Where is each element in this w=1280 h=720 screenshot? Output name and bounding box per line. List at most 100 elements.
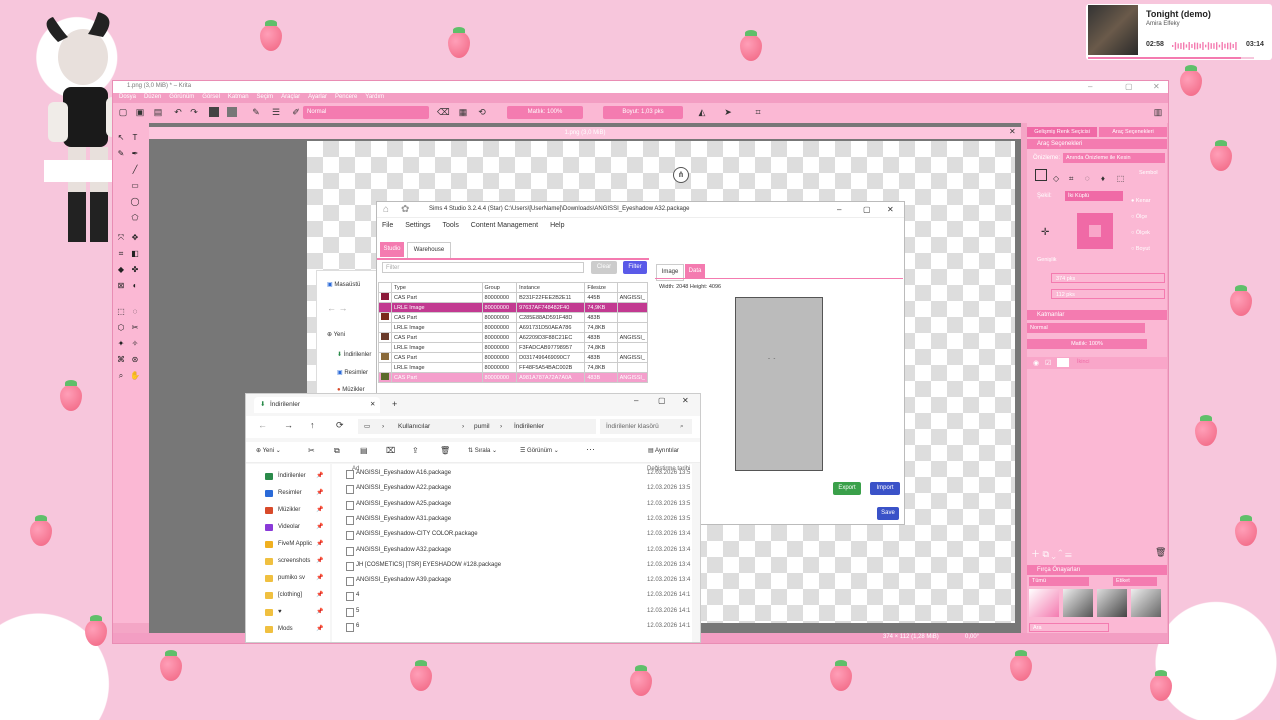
eraser-icon[interactable]: ⌫ xyxy=(437,107,450,117)
col-type[interactable]: Type xyxy=(391,282,483,293)
refresh-icon[interactable]: ⟳ xyxy=(336,420,344,431)
clear-button[interactable]: Clear xyxy=(591,261,617,274)
crop-icon[interactable]: ⌗ xyxy=(753,107,763,117)
s4-menu-help[interactable]: Help xyxy=(550,222,564,229)
table-row[interactable]: CAS Part 80000000 D0317496469090C7 483B ANGI… xyxy=(378,352,649,363)
anchor-grid[interactable] xyxy=(1077,213,1113,249)
alpha-icon[interactable]: ▦ xyxy=(458,107,468,117)
paste-icon[interactable]: ▤ xyxy=(360,446,368,455)
menu-katman[interactable]: Katman xyxy=(228,94,249,100)
assistant-tool-icon[interactable]: ⊠ xyxy=(116,281,126,291)
transform-tool-icon[interactable]: ⤧ xyxy=(116,233,126,243)
forward-icon[interactable]: → xyxy=(284,420,293,430)
presets-filter[interactable]: Tümü xyxy=(1029,577,1089,586)
pan-tool-icon[interactable]: ✋ xyxy=(130,371,140,381)
layer-props-icon[interactable]: ☰ xyxy=(1065,549,1072,559)
up-icon[interactable]: ↑ xyxy=(310,420,315,430)
list-item[interactable]: ANGISSI_Eyeshadow A16.package 12.03.2026 … xyxy=(332,466,692,481)
col-group[interactable]: Group xyxy=(481,282,518,293)
cage-icon[interactable]: ◌ xyxy=(1085,174,1095,184)
new-button[interactable]: ⊕ Yeni ⌄ xyxy=(256,447,281,454)
freehand-select-icon[interactable]: ✂ xyxy=(130,323,140,333)
list-item[interactable]: 4 12.03.2026 14:1 xyxy=(332,588,692,603)
pin-icon[interactable]: 📌 xyxy=(316,621,323,638)
sidebar-item[interactable]: FiveM Applic 📌 xyxy=(246,536,330,553)
sidebar-item[interactable]: Müzikler 📌 xyxy=(246,502,330,519)
open-icon[interactable]: ▣ xyxy=(135,107,145,117)
sidebar-item[interactable]: [clothing] 📌 xyxy=(246,587,330,604)
table-row[interactable]: LRLE Image 80000000 A691731D50AEA786 74,8KB xyxy=(378,322,649,333)
blend-mode-select[interactable]: Normal xyxy=(303,106,429,119)
pin-icon[interactable]: 📌 xyxy=(316,485,323,502)
minimize-icon[interactable]: – xyxy=(1088,82,1092,91)
checkbox-icon[interactable]: ☑ xyxy=(1045,359,1051,367)
document-tab[interactable]: 1.png (3,0 MiB) xyxy=(149,127,1021,139)
menu-araclar[interactable]: Araçlar xyxy=(281,94,300,100)
list-item[interactable]: JH [COSMETICS] [TSR] EYESHADOW #128.pack… xyxy=(332,558,692,573)
new-tab-icon[interactable]: + xyxy=(392,399,397,409)
pin-icon[interactable]: 📌 xyxy=(316,519,323,536)
delete-icon[interactable]: 🗑 xyxy=(440,446,450,455)
table-row[interactable]: CAS Part 80000000 A981A787A72A7A0A 483B ANGI… xyxy=(378,372,649,383)
col-instance[interactable]: Instance xyxy=(516,282,586,293)
back-item-desktop[interactable]: ▣ Masaüstü xyxy=(327,281,360,288)
back-item-downloads[interactable]: ⬇ İndirilenler xyxy=(337,351,371,358)
opacity-slider[interactable]: Matlık: 100% xyxy=(507,106,583,119)
table-row[interactable]: CAS Part 80000000 C285E88AD591F48D 483B xyxy=(378,312,649,323)
anchor-icon[interactable]: ✛ xyxy=(1041,227,1049,238)
table-row[interactable]: LRLE Image 80000000 F3FADCAB97798957 74,8KB xyxy=(378,342,649,353)
list-item[interactable]: 6 12.03.2026 14:1 xyxy=(332,619,692,634)
pin-icon[interactable]: 📌 xyxy=(316,570,323,587)
rect-select-icon[interactable]: ⬚ xyxy=(116,307,126,317)
save-icon[interactable]: ▤ xyxy=(153,107,163,117)
crop-tool-icon[interactable]: ⌗ xyxy=(116,249,126,259)
color-select-icon[interactable]: ✧ xyxy=(130,339,140,349)
reload-icon[interactable]: ⟲ xyxy=(477,107,487,117)
magnetic-select-icon[interactable]: ⊛ xyxy=(130,355,140,365)
back-new-button[interactable]: ⊕ Yeni xyxy=(327,331,345,338)
brush-icon[interactable]: ✎ xyxy=(251,107,261,117)
view-button[interactable]: ☰ Görünüm ⌄ xyxy=(520,447,559,454)
breadcrumb-3[interactable]: İndirilenler xyxy=(514,419,544,434)
preset-4[interactable] xyxy=(1131,589,1161,617)
shape-select[interactable]: İki Küplü xyxy=(1065,191,1123,201)
pen-icon[interactable]: ✐ xyxy=(291,107,301,117)
sidebar-item[interactable]: ♥ 📌 xyxy=(246,604,330,621)
pin-icon[interactable]: 📌 xyxy=(316,587,323,604)
undo-icon[interactable]: ↶ xyxy=(173,107,183,117)
option-olcek[interactable]: ○ Ölçek xyxy=(1131,225,1151,241)
option-olce[interactable]: ○ Ölçe xyxy=(1131,209,1151,225)
height-input[interactable]: 112 pks xyxy=(1051,289,1165,299)
pattern-icon[interactable] xyxy=(227,107,237,117)
share-icon[interactable]: ⇪ xyxy=(412,446,419,455)
gradient-tool-icon[interactable]: ◧ xyxy=(130,249,140,259)
copy-icon[interactable]: ⧉ xyxy=(334,446,340,456)
list-item[interactable]: ANGISSI_Eyeshadow-CITY COLOR.package 12.0… xyxy=(332,527,692,542)
sort-button[interactable]: ⇅ Sırala ⌄ xyxy=(468,447,497,454)
visibility-icon[interactable]: ◉ xyxy=(1033,359,1039,367)
fe-minimize-icon[interactable]: – xyxy=(634,396,638,405)
picker-tool-icon[interactable]: ✤ xyxy=(130,265,140,275)
move-up-icon[interactable]: ⌃ xyxy=(1058,549,1062,559)
text-tool-icon[interactable]: T xyxy=(130,133,140,143)
magic-wand-icon[interactable]: ✦ xyxy=(116,339,126,349)
preset-3[interactable] xyxy=(1097,589,1127,617)
workspace-icon[interactable]: ▥ xyxy=(1153,107,1163,117)
address-bar[interactable]: ▭ › Kullanıcılar › pumil › İndirilenler xyxy=(358,419,596,434)
bezier-select-icon[interactable]: ⌘ xyxy=(116,355,126,365)
cut-icon[interactable]: ✂ xyxy=(308,446,315,455)
tab-studio[interactable]: Studio xyxy=(380,242,404,257)
line-tool-icon[interactable]: ╱ xyxy=(130,165,140,175)
list-item[interactable]: ANGISSI_Eyeshadow A32.package 12.03.2026 … xyxy=(332,543,692,558)
s4-close-icon[interactable]: ✕ xyxy=(887,202,894,217)
option-kenar[interactable]: ● Kenar xyxy=(1131,193,1151,209)
sidebar-item[interactable]: Videolar 📌 xyxy=(246,519,330,536)
measure-tool-icon[interactable]: ◐ xyxy=(130,281,140,291)
preset-1[interactable] xyxy=(1029,589,1059,617)
details-button[interactable]: ▤ Ayrıntılar xyxy=(648,447,679,454)
save-button[interactable]: Save xyxy=(877,507,899,520)
list-item[interactable]: 5 12.03.2026 14:1 xyxy=(332,604,692,619)
tab-warehouse[interactable]: Warehouse xyxy=(407,242,451,259)
table-row[interactable]: LRLE Image 80000000 97637AF748482F40 74,9KB xyxy=(378,302,649,313)
back-nav-icon[interactable]: ← → xyxy=(327,303,348,313)
